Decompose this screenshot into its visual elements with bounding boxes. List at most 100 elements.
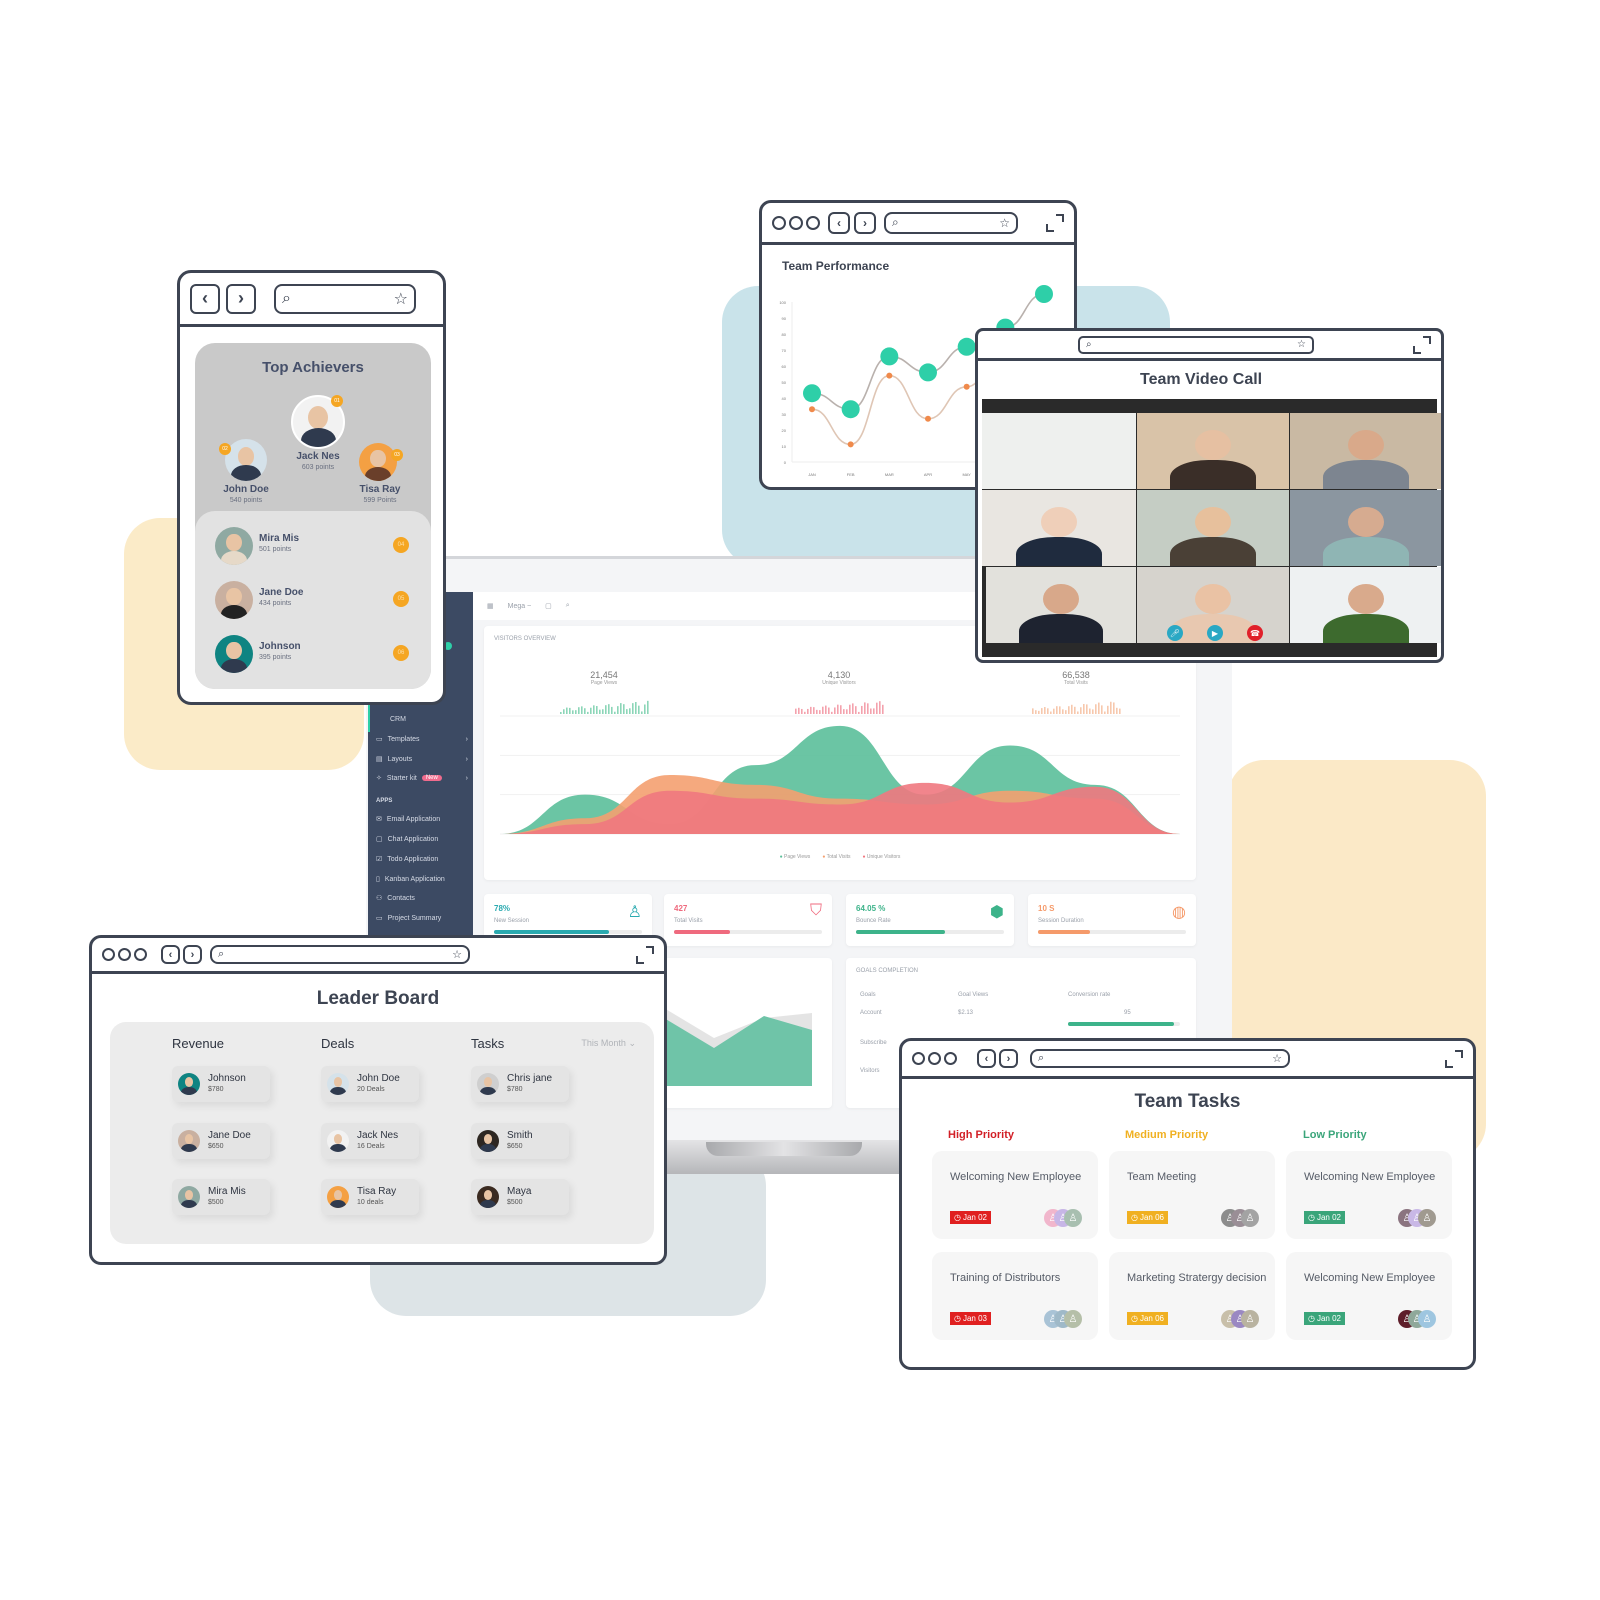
period-dropdown[interactable]: This Month ⌄: [581, 1038, 636, 1049]
avatar: [178, 1186, 200, 1208]
list-item[interactable]: Jane Doe 434 points 05: [215, 581, 409, 621]
back-button[interactable]: ‹: [828, 211, 850, 234]
avatar: [178, 1073, 200, 1095]
entry-value: $780: [208, 1086, 224, 1093]
leaderboard-entry[interactable]: Jane Doe $650: [172, 1123, 270, 1159]
data-point: [841, 400, 860, 419]
entry-value: 20 Deals: [357, 1086, 385, 1093]
mega-menu[interactable]: Mega ~: [508, 603, 532, 610]
video-tile[interactable]: [1137, 490, 1289, 566]
video-tile[interactable]: [982, 490, 1136, 566]
sidebar-item-starter-kit[interactable]: ✧ Starter kit New ›: [376, 774, 468, 783]
back-button[interactable]: ‹: [977, 1049, 996, 1068]
task-card[interactable]: Training of Distributors ◷ Jan 03 ♙ ♙ ♙: [932, 1252, 1098, 1340]
forward-button[interactable]: ›: [854, 211, 876, 234]
team-performance-title: Team Performance: [782, 259, 890, 273]
expand-icon[interactable]: [1046, 213, 1064, 232]
leaderboard-entry[interactable]: Smith $650: [471, 1123, 569, 1159]
column-header-deals: Deals: [321, 1036, 355, 1051]
window-toolbar: ‹ › ⌕ ☆: [180, 273, 443, 327]
video-tile[interactable]: [986, 567, 1136, 643]
task-card[interactable]: Team Meeting ◷ Jan 06 ♙ ♙ ♙: [1109, 1151, 1275, 1239]
expand-icon[interactable]: [636, 945, 654, 964]
leader-board-window: ‹ › ⌕ ☆ Leader Board Revenue Deals Tasks…: [89, 935, 667, 1265]
fullscreen-icon[interactable]: ▢: [545, 602, 552, 610]
star-icon[interactable]: ☆: [1272, 1052, 1282, 1065]
hang-up-button[interactable]: ☎: [1247, 625, 1263, 641]
list-item[interactable]: Johnson 395 points 06: [215, 635, 409, 675]
video-tile[interactable]: [1290, 567, 1441, 643]
forward-button[interactable]: ›: [183, 945, 202, 964]
video-tile[interactable]: 🎤︎ ▶ ☎: [1137, 567, 1289, 643]
address-bar[interactable]: ⌕ ☆: [884, 211, 1018, 234]
window-toolbar: ‹ › ⌕ ☆: [902, 1041, 1473, 1079]
address-bar[interactable]: ⌕ ☆: [274, 283, 416, 314]
sidebar-section-crm[interactable]: CRM: [390, 716, 406, 723]
task-name: Welcoming New Employee: [950, 1171, 1082, 1183]
leaderboard-entry[interactable]: Mira Mis $500: [172, 1179, 270, 1215]
data-point: [1035, 285, 1053, 303]
assignee-avatar: ♙: [1064, 1310, 1082, 1328]
expand-icon[interactable]: [1445, 1049, 1463, 1068]
video-tile[interactable]: [1290, 413, 1441, 489]
assignees: ♙ ♙ ♙: [1398, 1310, 1436, 1328]
star-icon[interactable]: ☆: [999, 216, 1010, 230]
y-tick-label: 80: [782, 332, 787, 337]
sidebar-app-kanban[interactable]: ▯ Kanban Application: [376, 875, 468, 884]
back-button[interactable]: ‹: [190, 283, 220, 314]
star-icon[interactable]: ☆: [394, 289, 408, 309]
y-tick-label: 40: [782, 396, 787, 401]
star-icon[interactable]: ☆: [1297, 339, 1306, 350]
task-card[interactable]: Welcoming New Employee ◷ Jan 02 ♙ ♙ ♙: [1286, 1151, 1452, 1239]
sidebar-app-chat[interactable]: ▢ Chat Application: [376, 835, 468, 844]
video-tile[interactable]: [982, 413, 1136, 489]
due-date-badge: ◷ Jan 06: [1127, 1312, 1169, 1325]
star-icon[interactable]: ☆: [452, 948, 462, 961]
leaderboard-entry[interactable]: Tisa Ray 10 deals: [321, 1179, 419, 1215]
task-card[interactable]: Welcoming New Employee ◷ Jan 02 ♙ ♙ ♙: [932, 1151, 1098, 1239]
sidebar-app-project-summary[interactable]: ▭ Project Summary: [376, 914, 468, 923]
expand-icon[interactable]: [1413, 335, 1431, 354]
due-date-badge: ◷ Jan 03: [950, 1312, 992, 1325]
priority-header-medium: Medium Priority: [1125, 1129, 1209, 1141]
sidebar-app-todo[interactable]: ☑ Todo Application: [376, 855, 468, 864]
back-button[interactable]: ‹: [161, 945, 180, 964]
new-badge: New: [421, 775, 442, 781]
clock-icon: ◷: [954, 1213, 961, 1222]
check-icon: ☑: [376, 856, 383, 863]
camera-button[interactable]: ▶: [1207, 625, 1223, 641]
avatar[interactable]: [225, 439, 267, 481]
leaderboard-entry[interactable]: Chris jane $780: [471, 1066, 569, 1102]
sidebar-app-contacts[interactable]: ⚇ Contacts: [376, 894, 468, 903]
video-tile[interactable]: [1137, 413, 1289, 489]
forward-button[interactable]: ›: [226, 283, 256, 314]
sidebar-item-layouts[interactable]: ▤ Layouts ›: [376, 755, 468, 764]
mic-button[interactable]: 🎤︎: [1167, 625, 1183, 641]
leaderboard-entry[interactable]: Jack Nes 16 Deals: [321, 1123, 419, 1159]
grid-icon[interactable]: ▦: [487, 602, 494, 610]
address-bar[interactable]: ⌕ ☆: [1078, 335, 1314, 354]
leaderboard-entry[interactable]: John Doe 20 Deals: [321, 1066, 419, 1102]
list-item[interactable]: Mira Mis 501 points 04: [215, 527, 409, 567]
leaderboard-entry[interactable]: Maya $500: [471, 1179, 569, 1215]
entry-value: $780: [507, 1086, 523, 1093]
x-tick-label: JAN: [808, 472, 816, 477]
video-tile[interactable]: [1290, 490, 1441, 566]
window-toolbar: ‹ › ⌕ ☆: [92, 938, 664, 974]
avatar[interactable]: [359, 443, 397, 481]
entry-value: $650: [208, 1143, 224, 1150]
search-icon[interactable]: ⌕: [566, 602, 570, 610]
visitors-overview-card: VISITORS OVERVIEW 21,454 Page Views 4,13…: [484, 626, 1196, 880]
leaderboard-entry[interactable]: Johnson $780: [172, 1066, 270, 1102]
sidebar-app-email[interactable]: ✉ Email Application: [376, 815, 468, 824]
address-bar[interactable]: ⌕ ☆: [1030, 1049, 1290, 1068]
leader-board-panel: Revenue Deals Tasks This Month ⌄ Johnson…: [110, 1022, 654, 1244]
task-card[interactable]: Welcoming New Employee ◷ Jan 02 ♙ ♙ ♙: [1286, 1252, 1452, 1340]
forward-button[interactable]: ›: [999, 1049, 1018, 1068]
address-bar[interactable]: ⌕ ☆: [210, 945, 470, 964]
window-dots: [772, 215, 820, 230]
task-card[interactable]: Marketing Stratergy decision ◷ Jan 06 ♙ ♙ ♙: [1109, 1252, 1275, 1340]
sidebar-item-templates[interactable]: ▭ Templates ›: [376, 735, 468, 744]
y-tick-label: 20: [782, 428, 787, 433]
legend-unique-visitors: ● Unique Visitors: [862, 854, 901, 860]
